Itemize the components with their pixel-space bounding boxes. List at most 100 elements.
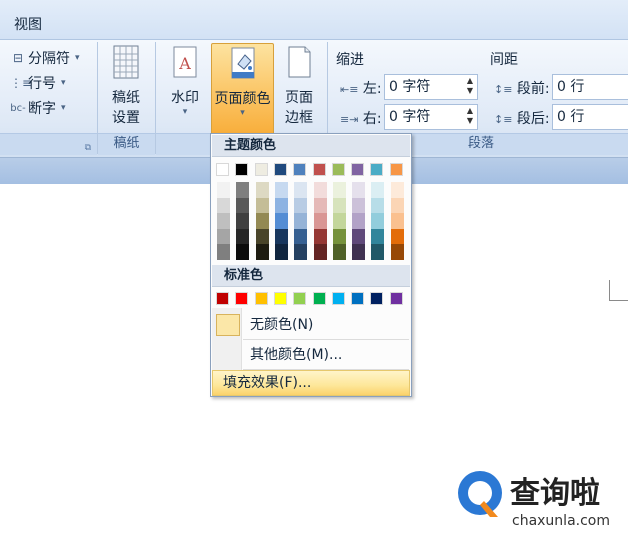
- watermark-button[interactable]: A 水印 ▾: [164, 43, 206, 117]
- spacing-after-label: ↕≡ 段后:: [494, 111, 550, 127]
- theme-shade-swatch[interactable]: [274, 197, 288, 213]
- standard-color-swatch[interactable]: [293, 292, 307, 305]
- standard-color-swatch[interactable]: [235, 292, 249, 305]
- indent-right-icon: ≡⇥: [340, 113, 359, 126]
- theme-shade-swatch[interactable]: [332, 182, 346, 198]
- no-color-swatch: [216, 314, 240, 336]
- theme-shade-swatch[interactable]: [255, 213, 269, 229]
- standard-color-swatch[interactable]: [216, 292, 229, 305]
- theme-shade-swatch[interactable]: [294, 228, 308, 244]
- theme-shade-swatch[interactable]: [313, 228, 327, 244]
- theme-shade-swatch[interactable]: [352, 182, 366, 198]
- theme-shade-swatch[interactable]: [352, 244, 366, 260]
- theme-shade-swatch[interactable]: [332, 244, 346, 260]
- theme-shade-swatch[interactable]: [390, 197, 404, 213]
- no-color-item[interactable]: 无颜色(N): [212, 311, 410, 339]
- theme-color-swatch[interactable]: [273, 163, 287, 176]
- theme-shade-swatch[interactable]: [217, 182, 230, 198]
- theme-shade-swatch[interactable]: [390, 213, 404, 229]
- theme-shade-swatch[interactable]: [294, 182, 308, 198]
- theme-color-swatch[interactable]: [351, 163, 365, 176]
- theme-shade-swatch[interactable]: [236, 197, 250, 213]
- theme-shade-swatch[interactable]: [371, 182, 385, 198]
- line-numbers-button[interactable]: ⋮≡ 行号 ▾: [10, 73, 66, 93]
- theme-shade-swatch[interactable]: [332, 197, 346, 213]
- theme-color-swatch[interactable]: [293, 163, 307, 176]
- theme-shade-swatch[interactable]: [294, 197, 308, 213]
- theme-shade-swatch[interactable]: [217, 228, 230, 244]
- chevron-down-icon: ▾: [61, 78, 66, 88]
- theme-shade-swatch[interactable]: [217, 244, 230, 260]
- standard-color-swatch[interactable]: [254, 292, 268, 305]
- spacing-after-input[interactable]: 0 行: [552, 104, 628, 130]
- spacing-before-input[interactable]: 0 行: [552, 74, 628, 100]
- theme-shade-swatch[interactable]: [332, 213, 346, 229]
- theme-shade-swatch[interactable]: [236, 182, 250, 198]
- theme-shade-swatch[interactable]: [390, 228, 404, 244]
- theme-shade-swatch[interactable]: [352, 213, 366, 229]
- page-color-button[interactable]: 页面颜色 ▾: [211, 43, 274, 135]
- theme-shade-swatch[interactable]: [313, 213, 327, 229]
- spin-updown-icon[interactable]: ▲ ▼: [467, 76, 473, 96]
- theme-shade-swatch[interactable]: [294, 213, 308, 229]
- theme-shade-swatch[interactable]: [390, 182, 404, 198]
- theme-color-swatch[interactable]: [389, 163, 403, 176]
- theme-shade-swatch[interactable]: [236, 213, 250, 229]
- theme-shade-swatch[interactable]: [274, 244, 288, 260]
- page-borders-button[interactable]: 页面 边框: [278, 43, 320, 127]
- theme-shade-swatch[interactable]: [255, 244, 269, 260]
- theme-shade-swatch[interactable]: [352, 228, 366, 244]
- theme-shade-swatch[interactable]: [371, 197, 385, 213]
- logo-url: chaxunla.com: [512, 513, 610, 529]
- theme-color-swatch[interactable]: [254, 163, 268, 176]
- chevron-down-icon: ▾: [182, 107, 188, 117]
- theme-shade-swatch[interactable]: [332, 228, 346, 244]
- tab-view[interactable]: 视图: [14, 14, 42, 34]
- spin-updown-icon[interactable]: ▲ ▼: [467, 106, 473, 126]
- indent-left-input[interactable]: 0 字符 ▲ ▼: [384, 74, 478, 100]
- theme-shade-swatch[interactable]: [255, 197, 269, 213]
- theme-shade-swatch[interactable]: [390, 244, 404, 260]
- spacing-before-label: ↕≡ 段前:: [494, 81, 550, 97]
- standard-color-swatch[interactable]: [273, 292, 287, 305]
- breaks-button[interactable]: ⊟ 分隔符 ▾: [10, 48, 80, 68]
- standard-color-swatch[interactable]: [331, 292, 345, 305]
- theme-shade-swatch[interactable]: [313, 244, 327, 260]
- theme-shade-swatch[interactable]: [255, 228, 269, 244]
- theme-color-swatch[interactable]: [312, 163, 326, 176]
- theme-shade-swatch[interactable]: [236, 244, 250, 260]
- standard-color-swatch[interactable]: [389, 292, 403, 305]
- theme-shade-swatch[interactable]: [313, 197, 327, 213]
- theme-shade-swatch[interactable]: [352, 197, 366, 213]
- menu-divider: [243, 339, 409, 340]
- theme-shade-swatch[interactable]: [274, 182, 288, 198]
- standard-color-swatch[interactable]: [351, 292, 365, 305]
- theme-shade-swatch[interactable]: [217, 213, 230, 229]
- theme-color-swatch[interactable]: [370, 163, 384, 176]
- dialog-launcher-icon[interactable]: ⧉: [85, 138, 91, 158]
- theme-shade-swatch[interactable]: [313, 182, 327, 198]
- theme-shade-swatch[interactable]: [255, 182, 269, 198]
- theme-color-swatch[interactable]: [216, 163, 229, 176]
- theme-shade-swatch[interactable]: [236, 228, 250, 244]
- manuscript-settings-button[interactable]: 稿纸 设置: [103, 43, 149, 127]
- indent-right-input[interactable]: 0 字符 ▲ ▼: [384, 104, 478, 130]
- theme-shade-swatch[interactable]: [371, 244, 385, 260]
- theme-shade-swatch[interactable]: [217, 197, 230, 213]
- standard-color-swatch[interactable]: [370, 292, 384, 305]
- chevron-down-icon: ▾: [75, 53, 80, 63]
- theme-shade-swatch[interactable]: [371, 213, 385, 229]
- logo-text: 查询啦: [510, 476, 600, 511]
- fill-effects-item[interactable]: 填充效果(F)...: [212, 370, 410, 396]
- indent-title: 缩进: [336, 52, 364, 68]
- theme-color-swatch[interactable]: [235, 163, 249, 176]
- theme-shade-swatch[interactable]: [274, 228, 288, 244]
- theme-shade-swatch[interactable]: [371, 228, 385, 244]
- theme-shade-swatch[interactable]: [274, 213, 288, 229]
- theme-color-swatch[interactable]: [331, 163, 345, 176]
- more-colors-item[interactable]: 其他颜色(M)...: [212, 341, 410, 369]
- page-color-dropdown: 主题颜色 标准色 无颜色(N) 其他颜色(M)... 填充效果(F)...: [210, 133, 412, 397]
- hyphenation-button[interactable]: bc- 断字 ▾: [10, 98, 65, 118]
- standard-color-swatch[interactable]: [312, 292, 326, 305]
- theme-shade-swatch[interactable]: [294, 244, 308, 260]
